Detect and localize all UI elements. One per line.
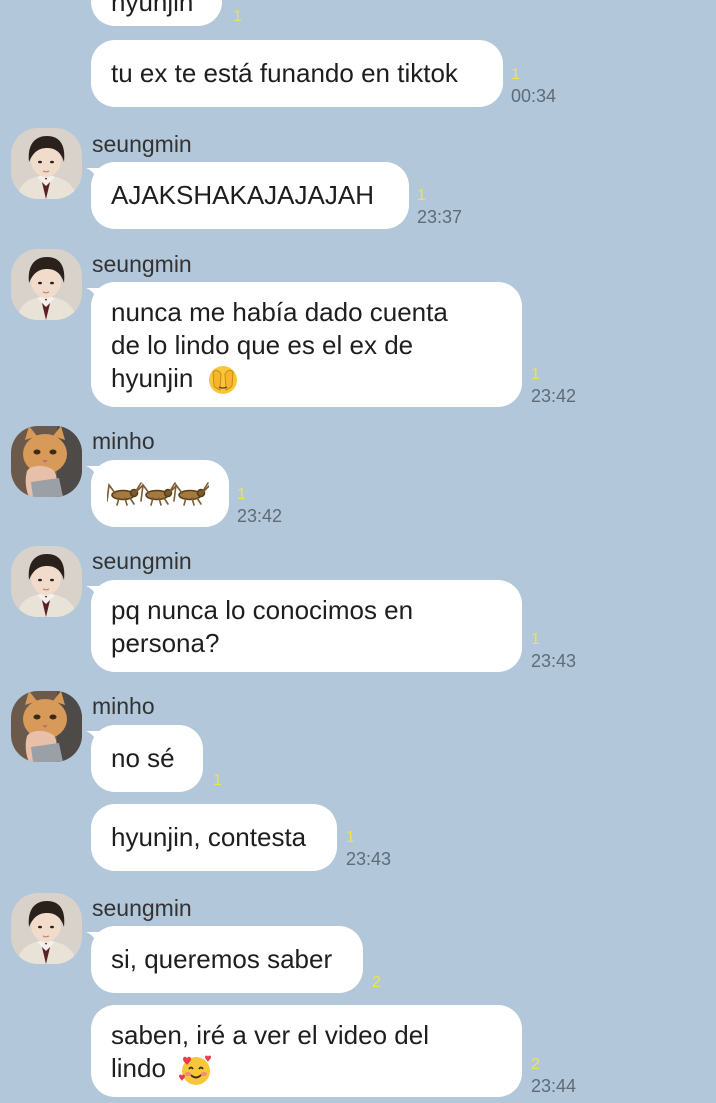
unread-count: 1 [417,187,426,204]
sender-name: seungmin [92,548,192,574]
message-line: hyunjin [111,362,239,396]
message-time: 23:42 [237,506,283,526]
unread-count: 1 [346,829,355,846]
message-text: hyunjin, contesta [111,822,307,852]
message-meta: 1 23:42 [237,486,283,526]
message-meta: 2 [372,975,381,995]
avatar-minho[interactable] [11,691,82,762]
unread-count: 1 [531,366,540,383]
message-bubble[interactable]: hyunjin [91,0,222,26]
unread-count: 1 [531,631,540,648]
avatar-seungmin[interactable] [11,893,82,964]
message-line: de lo lindo que es el ex de [111,330,414,360]
message-time: 23:44 [531,1076,577,1096]
unread-count: 1 [213,772,222,789]
message-meta: 1 23:37 [417,187,463,227]
message-bubble[interactable]: tu ex te está funando en tiktok [91,40,503,107]
message-meta: 1 00:34 [511,66,557,106]
message-bubble[interactable]: nunca me había dado cuenta de lo lindo q… [91,282,522,407]
avatar-minho[interactable] [11,426,82,497]
message-bubble[interactable]: no sé [91,725,203,792]
message-text: AJAKSHAKAJAJAJAH [111,180,374,210]
avatar-seungmin[interactable] [11,249,82,320]
face-with-peeking-eye-icon [208,366,237,395]
message-time: 23:43 [346,849,392,869]
message-time: 23:42 [531,386,577,406]
cricket-sticker-icon [107,481,209,506]
seungmin-avatar-image [11,893,82,964]
unread-count: 1 [233,8,242,25]
seungmin-avatar-image [11,249,82,320]
message-line: saben, iré a ver el video del [111,1020,429,1050]
message-meta: 1 23:43 [346,829,392,869]
message-text: hyunjin [111,0,194,17]
message-bubble[interactable]: AJAKSHAKAJAJAJAH [91,162,409,229]
message-bubble[interactable]: hyunjin, contesta [91,804,337,871]
message-bubble[interactable] [91,460,229,527]
message-time: 23:43 [531,651,577,671]
unread-count: 2 [372,974,381,991]
message-meta: 1 23:42 [531,366,577,406]
message-line: nunca me había dado cuenta [111,297,448,327]
sender-name: minho [92,693,155,719]
sender-name: seungmin [92,895,192,921]
sender-name: seungmin [92,131,192,157]
sender-name: minho [92,428,155,454]
unread-count: 1 [511,66,520,83]
seungmin-avatar-image [11,128,82,199]
minho-avatar-image [11,426,82,497]
message-line: persona? [111,628,220,658]
message-bubble[interactable]: si, queremos saber [91,926,363,993]
message-text: tu ex te está funando en tiktok [111,58,458,88]
message-line: pq nunca lo conocimos en [111,595,414,625]
message-time: 00:34 [511,86,557,106]
message-bubble[interactable]: saben, iré a ver el video del lindo [91,1005,522,1097]
message-line: lindo [111,1052,213,1086]
sender-name: seungmin [92,251,192,277]
smiling-face-with-hearts-icon [179,1055,212,1086]
message-text: si, queremos saber [111,944,333,974]
message-meta: 1 23:43 [531,631,577,671]
seungmin-avatar-image [11,546,82,617]
message-text: no sé [111,743,175,773]
message-time: 23:37 [417,207,463,227]
unread-count: 1 [237,486,246,503]
avatar-seungmin[interactable] [11,128,82,199]
message-meta: 1 [213,773,222,793]
avatar-seungmin[interactable] [11,546,82,617]
minho-avatar-image [11,691,82,762]
message-meta: 1 [233,9,242,29]
unread-count: 2 [531,1056,540,1073]
message-meta: 2 23:44 [531,1056,577,1096]
message-bubble[interactable]: pq nunca lo conocimos en persona? [91,580,522,672]
